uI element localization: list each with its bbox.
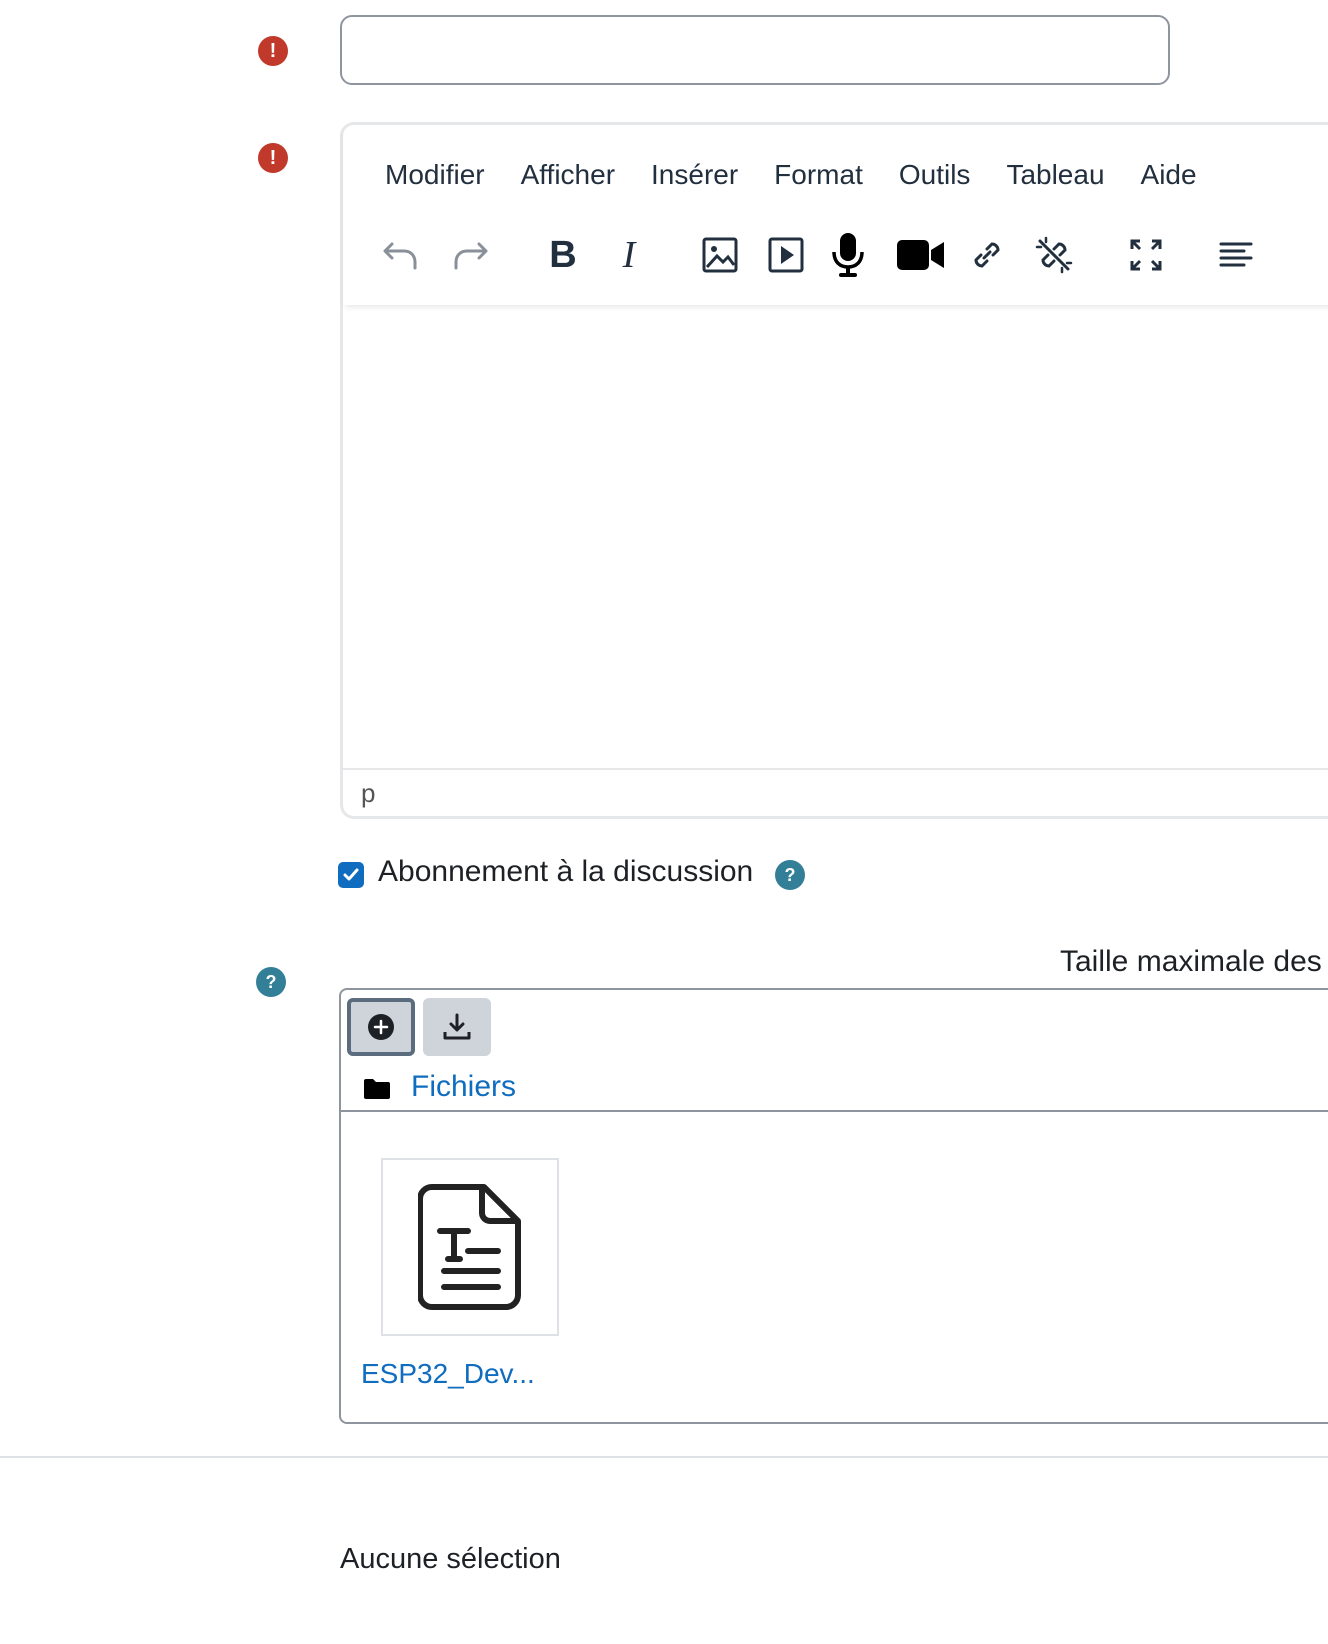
editor-menubar: Modifier Afficher Insérer Format Outils … (343, 155, 1197, 195)
menu-afficher[interactable]: Afficher (521, 155, 615, 195)
editor-content-area[interactable] (343, 305, 1328, 766)
subject-input[interactable] (340, 15, 1170, 85)
required-error-icon-message: ! (258, 143, 288, 173)
menu-format[interactable]: Format (774, 155, 863, 195)
video-camera-icon[interactable] (893, 230, 949, 280)
download-all-button[interactable] (423, 998, 491, 1056)
folder-icon (363, 1078, 391, 1100)
text-file-icon (418, 1184, 521, 1310)
bold-icon[interactable]: B (538, 230, 588, 280)
subscription-checkbox[interactable] (338, 862, 364, 888)
add-file-button[interactable] (347, 998, 415, 1056)
media-icon[interactable] (761, 230, 811, 280)
subscription-help-icon[interactable]: ? (775, 860, 805, 890)
menu-inserer[interactable]: Insérer (651, 155, 738, 195)
required-error-icon: ! (258, 36, 288, 66)
file-manager-divider (341, 1110, 1328, 1112)
align-left-icon[interactable] (1211, 230, 1261, 280)
max-size-label: Taille maximale des (1060, 945, 1322, 978)
fullscreen-icon[interactable] (1121, 230, 1171, 280)
subscription-label[interactable]: Abonnement à la discussion (378, 855, 753, 889)
link-icon[interactable] (962, 230, 1012, 280)
folder-breadcrumb-link[interactable]: Fichiers (411, 1070, 516, 1104)
menu-tableau[interactable]: Tableau (1006, 155, 1104, 195)
section-divider (0, 1456, 1328, 1458)
file-name-link[interactable]: ESP32_Dev... (361, 1358, 535, 1390)
italic-icon[interactable]: I (604, 230, 654, 280)
image-icon[interactable] (695, 230, 745, 280)
checkmark-icon (343, 868, 359, 881)
menu-aide[interactable]: Aide (1141, 155, 1197, 195)
download-icon (443, 1013, 471, 1040)
unlink-icon[interactable] (1029, 230, 1079, 280)
file-manager: Fichiers ESP32_Dev... (339, 988, 1328, 1424)
menu-modifier[interactable]: Modifier (385, 155, 485, 195)
file-thumbnail[interactable] (381, 1158, 559, 1336)
editor-statusbar[interactable]: p (343, 768, 1328, 816)
message-editor: Modifier Afficher Insérer Format Outils … (340, 122, 1328, 819)
undo-icon[interactable] (375, 230, 425, 280)
redo-icon[interactable] (446, 230, 496, 280)
menu-outils[interactable]: Outils (899, 155, 971, 195)
attachments-help-icon[interactable]: ? (256, 967, 286, 997)
editor-header: Modifier Afficher Insérer Format Outils … (343, 125, 1328, 305)
selection-status: Aucune sélection (340, 1543, 561, 1575)
plus-circle-icon (368, 1014, 394, 1040)
microphone-icon[interactable] (823, 230, 873, 280)
